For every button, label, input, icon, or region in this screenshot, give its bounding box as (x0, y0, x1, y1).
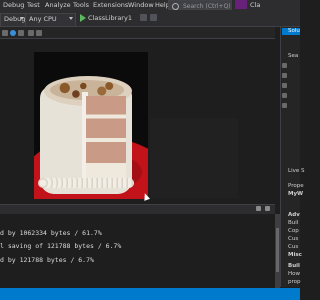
description-text: prop (288, 279, 301, 285)
properties-title: Prope (288, 183, 304, 189)
solution-name: Cla (250, 1, 261, 9)
cake-slice (86, 96, 126, 180)
menu-extensions[interactable]: Extensions (93, 1, 128, 9)
tree-icon[interactable] (282, 83, 287, 88)
chevron-down-icon (69, 17, 73, 20)
menu-debug[interactable]: Debug (3, 1, 24, 9)
category-misc: Misc (288, 252, 302, 258)
tree-icon[interactable] (282, 63, 287, 68)
output-header (0, 204, 275, 214)
pin-icon[interactable] (256, 206, 261, 211)
zoom-out-icon[interactable] (2, 30, 8, 36)
property-build[interactable]: Buil (288, 220, 298, 226)
output-line: d by 1062334 bytes / 61.7% (0, 229, 102, 237)
tree-icon[interactable] (282, 93, 287, 98)
run-target-button[interactable]: ClassLibrary1 (88, 14, 132, 22)
live-share-label: Live S (288, 168, 305, 174)
fit-icon[interactable] (10, 30, 16, 36)
menu-tools[interactable]: Tools (73, 1, 89, 9)
category-advanced: Adv (288, 212, 300, 218)
platform-value: Any CPU (29, 15, 57, 23)
menu-window[interactable]: Window (128, 1, 154, 9)
description-text: How (288, 271, 300, 277)
search-placeholder: Search (Ctrl+Q) (183, 3, 231, 10)
live-share-icon[interactable] (235, 0, 247, 9)
grid-icon[interactable] (28, 30, 34, 36)
property-custom-namespace[interactable]: Cus (288, 244, 298, 250)
configuration-dropdown[interactable]: Debug (0, 13, 27, 27)
platform-dropdown[interactable]: Any CPU (25, 13, 76, 27)
property-custom-tool[interactable]: Cus (288, 236, 298, 242)
solution-explorer-title: Solu (288, 28, 300, 34)
start-debugging-icon[interactable] (80, 14, 86, 22)
zoom-in-icon[interactable] (18, 30, 24, 36)
close-icon[interactable] (265, 206, 270, 211)
menu-test[interactable]: Test (27, 1, 40, 9)
crop-icon[interactable] (36, 30, 42, 36)
menu-analyze[interactable]: Analyze (45, 1, 71, 9)
status-bar (0, 288, 300, 300)
output-pane[interactable]: d by 1062334 bytes / 61.7% l saving of 1… (0, 214, 275, 288)
toolbar-button-icon[interactable] (140, 14, 147, 21)
search-icon (172, 3, 179, 10)
property-copy[interactable]: Cop (288, 228, 299, 234)
search-solution-label: Sea (288, 53, 299, 59)
chevron-down-icon (20, 17, 24, 20)
tree-icon[interactable] (282, 103, 287, 108)
faded-tool-window (150, 118, 238, 198)
search-input[interactable]: Search (Ctrl+Q) (168, 0, 232, 10)
tree-icon[interactable] (282, 73, 287, 78)
cake-image (34, 52, 148, 199)
output-line: l saving of 121788 bytes / 6.7% (0, 242, 122, 250)
properties-object: MyW (288, 191, 304, 197)
output-scrollbar-thumb[interactable] (276, 228, 279, 272)
description-title: Buil (288, 263, 300, 269)
frosting-piping (38, 178, 134, 188)
output-line: d by 121788 bytes / 6.7% (0, 256, 94, 264)
toolbar-button-icon[interactable] (150, 14, 157, 21)
